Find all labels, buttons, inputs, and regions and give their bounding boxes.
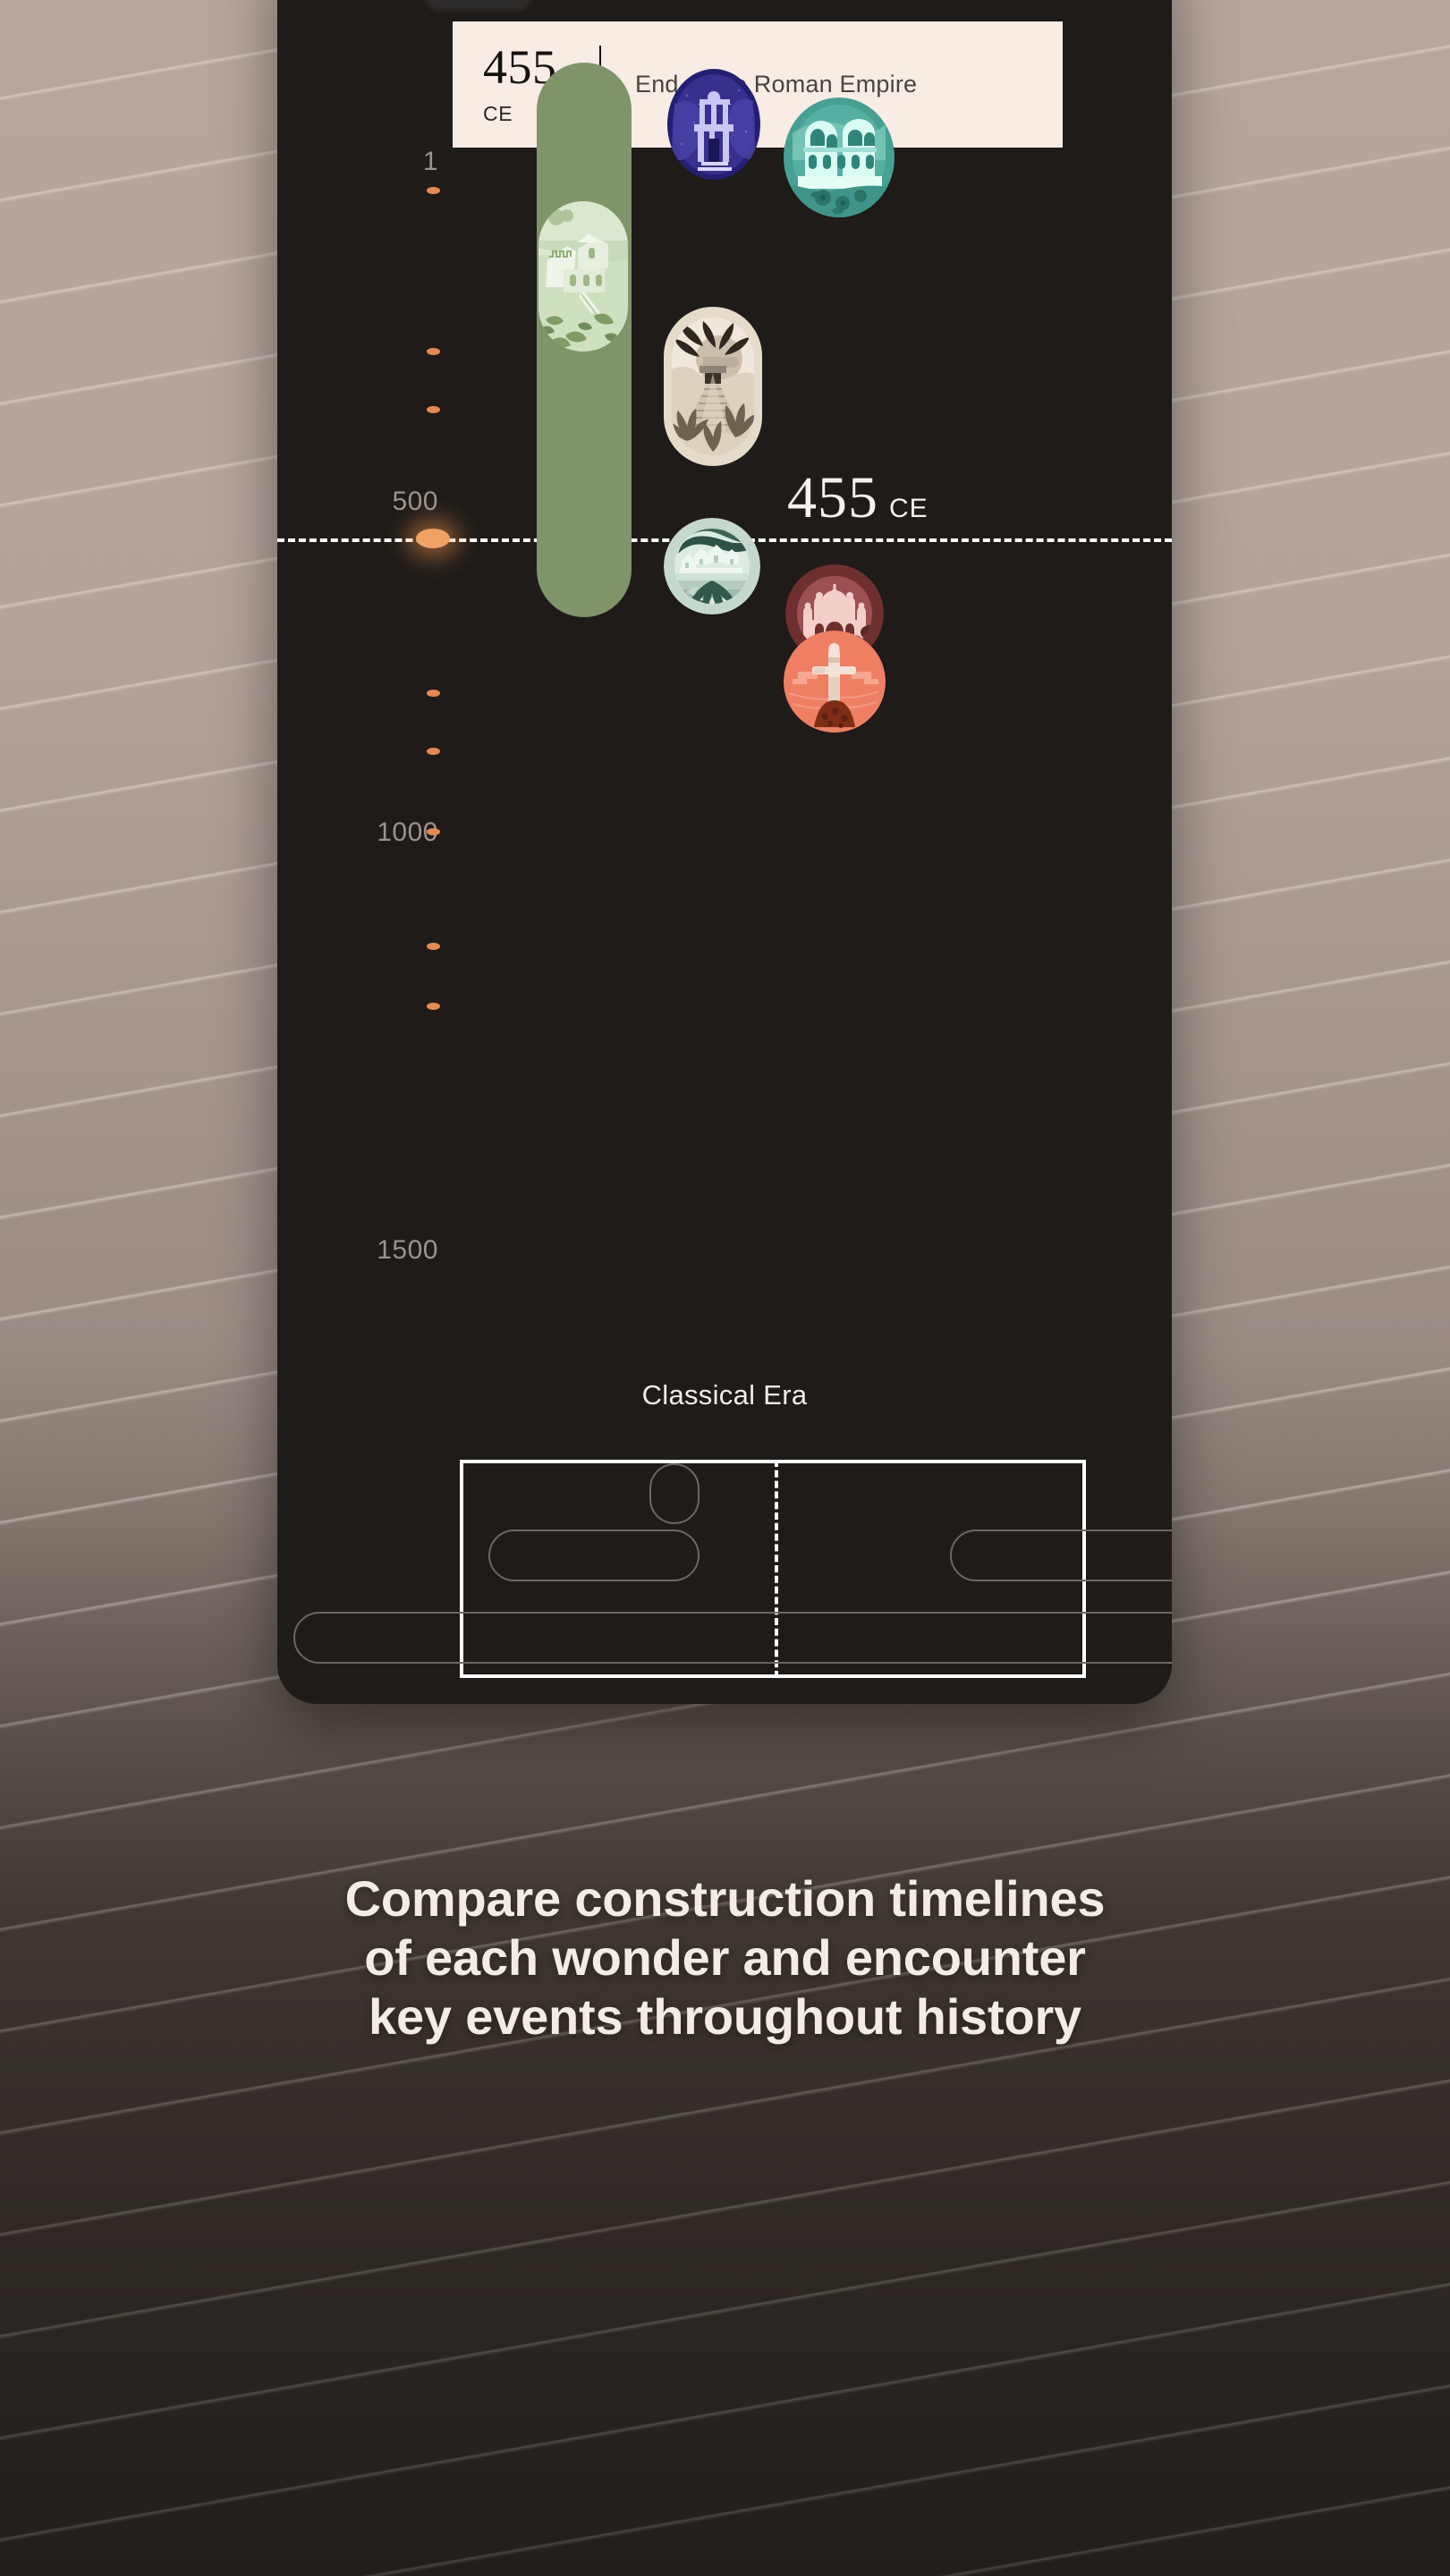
axis-tick-dot (426, 943, 440, 950)
axis-tick-dot (426, 187, 440, 194)
petra-treasury-icon (667, 69, 760, 180)
colosseum-icon (784, 97, 895, 217)
wonder-badge-christ-the-redeemer[interactable] (784, 631, 886, 733)
timeline-minimap[interactable] (277, 1451, 1172, 1678)
axis-label-1: 1 (422, 147, 438, 176)
caption-line-2: of each wonder and encounter (364, 1929, 1086, 1987)
phone-mockup: 455 CE End of the Roman Empire 455 CE 15… (277, 0, 1172, 1704)
minimap-track-pill (649, 1463, 700, 1524)
wonder-badge-chichen-itza[interactable] (664, 307, 762, 466)
current-year-readout: 455 CE (787, 469, 929, 528)
great-wall-icon (538, 201, 628, 352)
caption-line-1: Compare construction timelines (344, 1870, 1106, 1927)
axis-tick-dot (426, 1003, 440, 1010)
axis-tick-current (416, 529, 450, 548)
christ-redeemer-icon (784, 631, 886, 733)
axis-label-500: 500 (392, 487, 438, 516)
minimap-track-pill (293, 1612, 1172, 1664)
current-year-value: 455 (787, 465, 878, 530)
axis-tick-dot (426, 690, 440, 697)
caption-line-3: key events throughout history (369, 1988, 1081, 2046)
axis-tick-dot (426, 828, 440, 835)
pyramid-icon (664, 307, 762, 466)
minimap-track-pill (950, 1530, 1172, 1581)
axis-label-1000: 1000 (377, 818, 438, 847)
wonder-badge-colosseum[interactable] (784, 97, 895, 217)
timeline-canvas[interactable]: 455 CE 1 500 1000 1500 (277, 63, 1172, 1471)
axis-tick-dot (426, 348, 440, 355)
era-label: Classical Era (641, 1379, 808, 1411)
wonder-badge-petra[interactable] (667, 69, 760, 180)
axis-tick-dot (426, 406, 440, 413)
axis-tick-dot (426, 748, 440, 755)
promo-screenshot: 455 CE End of the Roman Empire 455 CE 15… (0, 0, 1450, 2576)
machu-picchu-icon (664, 518, 760, 614)
axis-label-1500: 1500 (377, 1235, 438, 1265)
promo-caption: Compare construction timelines of each w… (0, 1869, 1450, 2046)
offscreen-badge-ghost (425, 0, 532, 11)
current-year-era: CE (889, 494, 929, 523)
wonder-badge-machu-picchu[interactable] (664, 518, 760, 614)
minimap-track-pill (488, 1530, 700, 1581)
wonder-badge-great-wall-of-china[interactable] (538, 201, 628, 352)
